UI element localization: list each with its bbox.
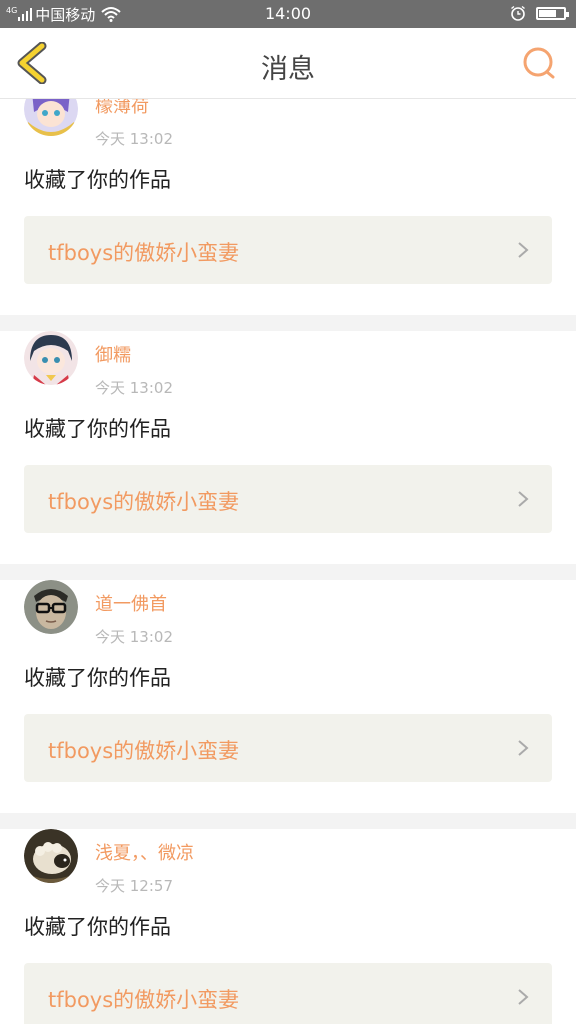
- notification-action: 收藏了你的作品: [24, 915, 171, 939]
- notification-action: 收藏了你的作品: [24, 417, 171, 441]
- notification-time: 今天 13:02: [95, 379, 173, 397]
- chevron-right-icon: [518, 989, 529, 1005]
- user-avatar[interactable]: [24, 829, 78, 883]
- battery-fill: [539, 9, 556, 17]
- alarm-icon: [511, 5, 525, 21]
- status-bar: 4G 中国移动 14:00: [0, 0, 576, 28]
- notification-item: 檬薄荷 今天 13:02 收藏了你的作品 tfboys的傲娇小蛮妻: [0, 99, 576, 315]
- status-time: 14:00: [264, 4, 312, 23]
- work-title: tfboys的傲娇小蛮妻: [48, 241, 240, 265]
- notification-action: 收藏了你的作品: [24, 666, 171, 690]
- work-title: tfboys的傲娇小蛮妻: [48, 988, 240, 1012]
- user-avatar[interactable]: [24, 331, 78, 385]
- search-button[interactable]: [520, 44, 558, 82]
- divider: [0, 813, 576, 829]
- username[interactable]: 浅夏，、微凉: [95, 839, 194, 865]
- notification-action: 收藏了你的作品: [24, 168, 171, 192]
- notification-time: 今天 13:02: [95, 628, 173, 646]
- username[interactable]: 道一佛首: [95, 590, 167, 616]
- chevron-right-icon: [518, 242, 529, 258]
- username[interactable]: 檬薄荷: [95, 99, 149, 118]
- chevron-right-icon: [518, 740, 529, 756]
- work-link[interactable]: tfboys的傲娇小蛮妻: [24, 216, 552, 284]
- app-header: 消息: [0, 28, 576, 99]
- notification-list[interactable]: 檬薄荷 今天 13:02 收藏了你的作品 tfboys的傲娇小蛮妻 御糯 今天 …: [0, 99, 576, 1024]
- work-link[interactable]: tfboys的傲娇小蛮妻: [24, 714, 552, 782]
- work-link[interactable]: tfboys的傲娇小蛮妻: [24, 963, 552, 1024]
- notification-item: 浅夏，、微凉 今天 12:57 收藏了你的作品 tfboys的傲娇小蛮妻: [0, 829, 576, 1024]
- notification-time: 今天 12:57: [95, 877, 173, 895]
- work-link[interactable]: tfboys的傲娇小蛮妻: [24, 465, 552, 533]
- username[interactable]: 御糯: [95, 341, 131, 367]
- battery-icon: [536, 6, 569, 20]
- user-avatar[interactable]: [24, 99, 78, 136]
- divider: [0, 564, 576, 580]
- notification-item: 道一佛首 今天 13:02 收藏了你的作品 tfboys的傲娇小蛮妻: [0, 580, 576, 813]
- notification-time: 今天 13:02: [95, 130, 173, 148]
- work-title: tfboys的傲娇小蛮妻: [48, 739, 240, 763]
- divider: [0, 315, 576, 331]
- page-title: 消息: [261, 54, 315, 85]
- user-avatar[interactable]: [24, 580, 78, 634]
- work-title: tfboys的傲娇小蛮妻: [48, 490, 240, 514]
- chevron-right-icon: [518, 491, 529, 507]
- notification-item: 御糯 今天 13:02 收藏了你的作品 tfboys的傲娇小蛮妻: [0, 331, 576, 564]
